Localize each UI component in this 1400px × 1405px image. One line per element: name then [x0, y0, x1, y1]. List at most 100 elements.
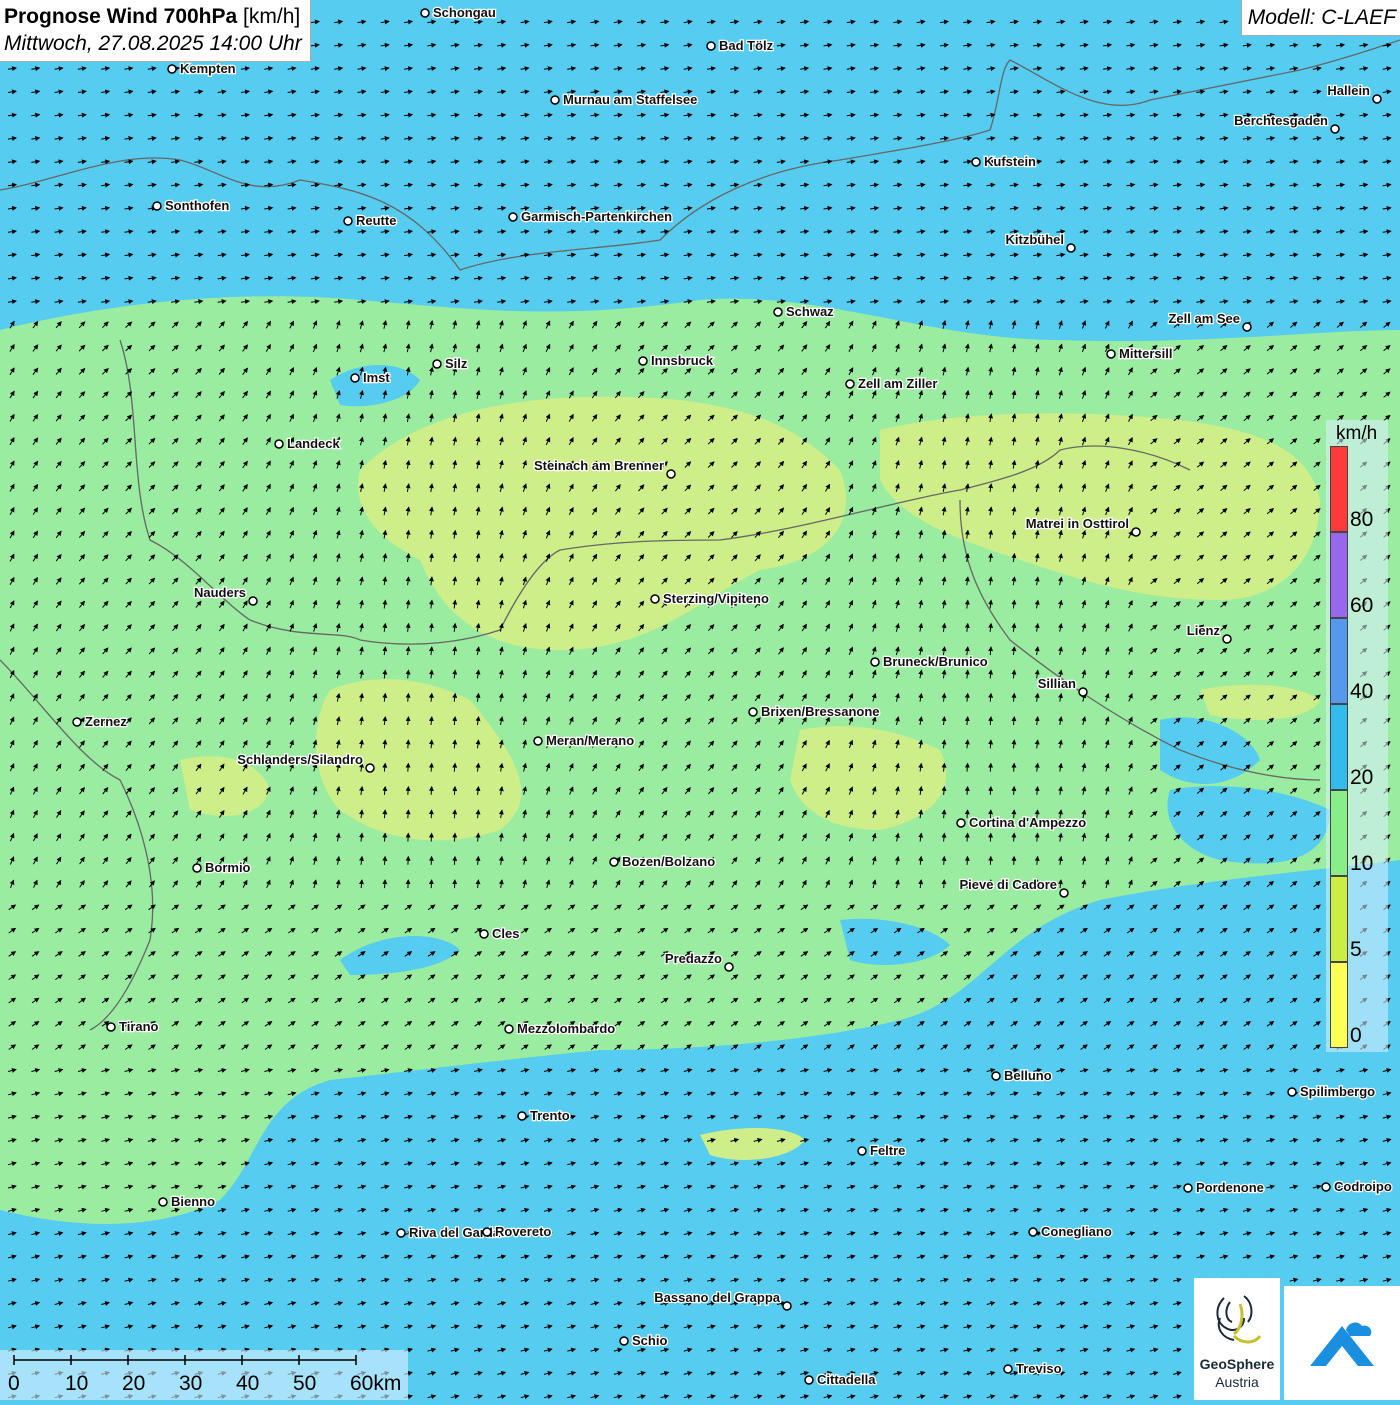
city-label: Zell am See: [1168, 311, 1240, 326]
wind-arrow: [967, 810, 968, 818]
city-label: Sterzing/Vipiteno: [663, 591, 769, 606]
city-dot: [871, 658, 879, 666]
city-label: Silz: [445, 356, 468, 371]
city-dot: [805, 1376, 813, 1384]
city-dot: [725, 963, 733, 971]
city-dot: [957, 819, 965, 827]
city-label: Sillian: [1038, 676, 1076, 691]
wind-arrow: [990, 787, 991, 795]
legend-segment: [1330, 532, 1348, 618]
mountain-cloud-icon: [1284, 1286, 1400, 1400]
city-label: Zell am Ziller: [858, 376, 937, 391]
forecast-datetime: Mittwoch, 27.08.2025 14:00 Uhr: [4, 30, 302, 57]
city-label: Berchtesgaden: [1234, 113, 1328, 128]
city-label: Garmisch-Partenkirchen: [521, 209, 672, 224]
city-marker: Garmisch-Partenkirchen: [509, 209, 672, 224]
city-dot: [1004, 1365, 1012, 1373]
legend-label: 80: [1350, 508, 1373, 532]
scale-label: 50: [293, 1372, 316, 1396]
city-dot: [972, 158, 980, 166]
city-dot: [505, 1025, 513, 1033]
wind-arrow: [454, 810, 455, 818]
city-dot: [153, 202, 161, 210]
city-dot: [639, 357, 647, 365]
city-dot: [397, 1229, 405, 1237]
city-dot: [1060, 889, 1068, 897]
city-dot: [551, 96, 559, 104]
city-dot: [1079, 688, 1087, 696]
city-dot: [193, 864, 201, 872]
city-label: Kempten: [180, 61, 236, 76]
wind-arrow: [1014, 834, 1015, 842]
title-text: Prognose Wind 700hPa: [4, 5, 237, 28]
city-dot: [620, 1337, 628, 1345]
city-label: Sonthofen: [165, 198, 229, 213]
city-dot: [858, 1147, 866, 1155]
wind-arrow: [408, 810, 409, 818]
city-label: Schongau: [433, 5, 496, 20]
city-marker: Murnau am Staffelsee: [551, 92, 697, 107]
scale-label: 40: [236, 1372, 259, 1396]
city-dot: [846, 380, 854, 388]
wind-arrow: [990, 740, 991, 748]
city-label: Brixen/Bressanone: [761, 704, 880, 719]
city-dot: [1322, 1183, 1330, 1191]
city-label: Innsbruck: [651, 353, 714, 368]
city-label: Bruneck/Brunico: [883, 654, 988, 669]
wind-arrow: [431, 787, 432, 795]
scale-label: 30: [179, 1372, 202, 1396]
legend-segment: [1330, 446, 1348, 532]
city-label: Bassano del Grappa: [654, 1290, 780, 1305]
city-dot: [1223, 635, 1231, 643]
city-dot: [534, 737, 542, 745]
city-label: Matrei in Osttirol: [1026, 516, 1129, 531]
wind-arrow: [408, 764, 409, 772]
city-label: Schlanders/Silandro: [237, 752, 363, 767]
city-label: Bormio: [205, 860, 251, 875]
legend-label: 60: [1350, 594, 1373, 618]
city-dot: [275, 440, 283, 448]
city-label: Cittadella: [817, 1372, 876, 1387]
city-label: Kitzbühel: [1006, 232, 1065, 247]
city-dot: [1107, 350, 1115, 358]
city-dot: [518, 1112, 526, 1120]
city-label: Lienz: [1187, 623, 1221, 638]
legend-unit: km/h: [1336, 423, 1377, 445]
city-dot: [168, 65, 176, 73]
title-unit: [km/h]: [243, 5, 300, 28]
city-dot: [1132, 528, 1140, 536]
wind-arrow: [385, 880, 386, 888]
city-label: Cles: [492, 926, 519, 941]
wind-arrow: [944, 857, 945, 865]
city-marker: Spilimbergo: [1288, 1084, 1375, 1099]
city-marker: Brixen/Bressanone: [749, 704, 880, 719]
scale-label: 20: [122, 1372, 145, 1396]
city-dot: [1288, 1088, 1296, 1096]
city-dot: [651, 595, 659, 603]
legend-label: 20: [1350, 766, 1373, 790]
city-label: Mittersill: [1119, 346, 1172, 361]
legend-label: 5: [1350, 938, 1362, 962]
geosphere-country: Austria: [1194, 1374, 1280, 1390]
legend-label: 10: [1350, 852, 1373, 876]
scale-label: 10: [65, 1372, 88, 1396]
city-marker: Pordenone: [1184, 1180, 1264, 1195]
scale-label: 60km: [350, 1372, 401, 1396]
legend-segment: [1330, 790, 1348, 876]
city-dot: [774, 308, 782, 316]
legend-segment: [1330, 876, 1348, 962]
city-dot: [610, 858, 618, 866]
wind-arrow: [408, 740, 409, 748]
geosphere-logo: GeoSphere Austria: [1194, 1278, 1280, 1400]
scale-bar: 0102030405060km: [0, 1350, 408, 1400]
city-label: Conegliano: [1041, 1224, 1112, 1239]
city-dot: [1184, 1184, 1192, 1192]
city-dot: [783, 1302, 791, 1310]
wind-arrow: [408, 787, 409, 795]
city-dot: [992, 1072, 1000, 1080]
city-label: Imst: [363, 370, 390, 385]
city-marker: Sterzing/Vipiteno: [651, 591, 769, 606]
city-dot: [344, 217, 352, 225]
map-title: Prognose Wind 700hPa [km/h] Mittwoch, 27…: [0, 0, 311, 62]
city-dot: [421, 9, 429, 17]
